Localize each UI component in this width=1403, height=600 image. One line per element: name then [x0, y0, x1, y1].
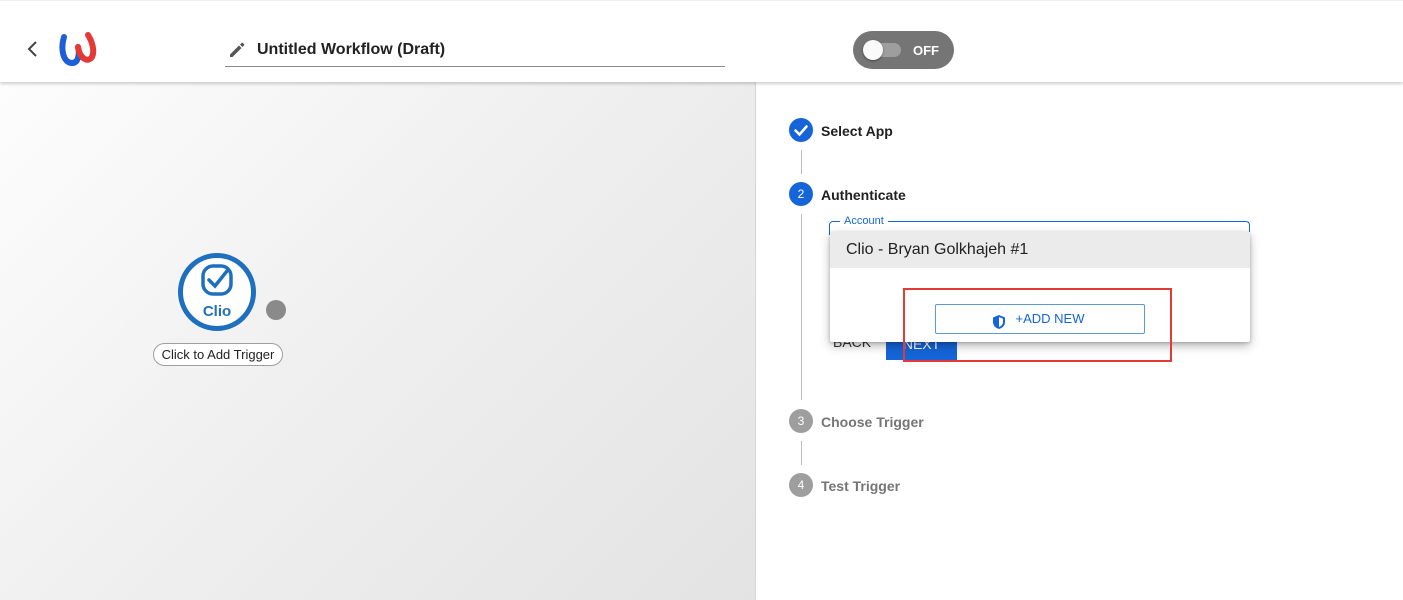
app-logo[interactable] — [58, 31, 98, 67]
account-field-label: Account — [840, 215, 888, 227]
step-1-label[interactable]: Select App — [821, 123, 893, 139]
step-2-marker: 2 — [789, 182, 813, 206]
shield-icon — [992, 312, 1006, 329]
step-1-check-icon — [789, 118, 813, 142]
account-option[interactable]: Clio - Bryan Golkhajeh #1 — [830, 232, 1250, 268]
add-new-account-button[interactable]: +ADD NEW — [935, 304, 1145, 334]
back-arrow-icon[interactable] — [24, 39, 42, 59]
step-2-label[interactable]: Authenticate — [821, 187, 906, 203]
clio-app-node[interactable]: Clio — [178, 253, 256, 331]
step-4-marker: 4 — [789, 473, 813, 497]
workflow-toggle[interactable]: OFF — [853, 31, 954, 69]
account-dropdown-menu: Clio - Bryan Golkhajeh #1 +ADD NEW — [830, 232, 1250, 342]
step-3-marker: 3 — [789, 409, 813, 433]
workflow-title: Untitled Workflow (Draft) — [257, 41, 446, 58]
workflow-title-field[interactable]: Untitled Workflow (Draft) — [225, 31, 725, 67]
add-new-label: +ADD NEW — [1015, 311, 1085, 326]
step-connector — [801, 214, 802, 400]
toggle-knob — [863, 40, 883, 60]
workflow-canvas[interactable]: Clio Click to Add Trigger — [0, 82, 756, 600]
step-connector — [801, 441, 802, 465]
toggle-label: OFF — [913, 43, 939, 58]
step-4-label[interactable]: Test Trigger — [821, 478, 900, 494]
add-trigger-pill[interactable]: Click to Add Trigger — [153, 343, 283, 366]
clio-node-label: Clio — [203, 303, 231, 320]
top-bar: Untitled Workflow (Draft) OFF — [0, 0, 1403, 82]
node-connector-dot[interactable] — [266, 300, 286, 320]
step-3-label[interactable]: Choose Trigger — [821, 414, 924, 430]
step-connector — [801, 150, 802, 174]
pencil-icon — [227, 40, 247, 60]
